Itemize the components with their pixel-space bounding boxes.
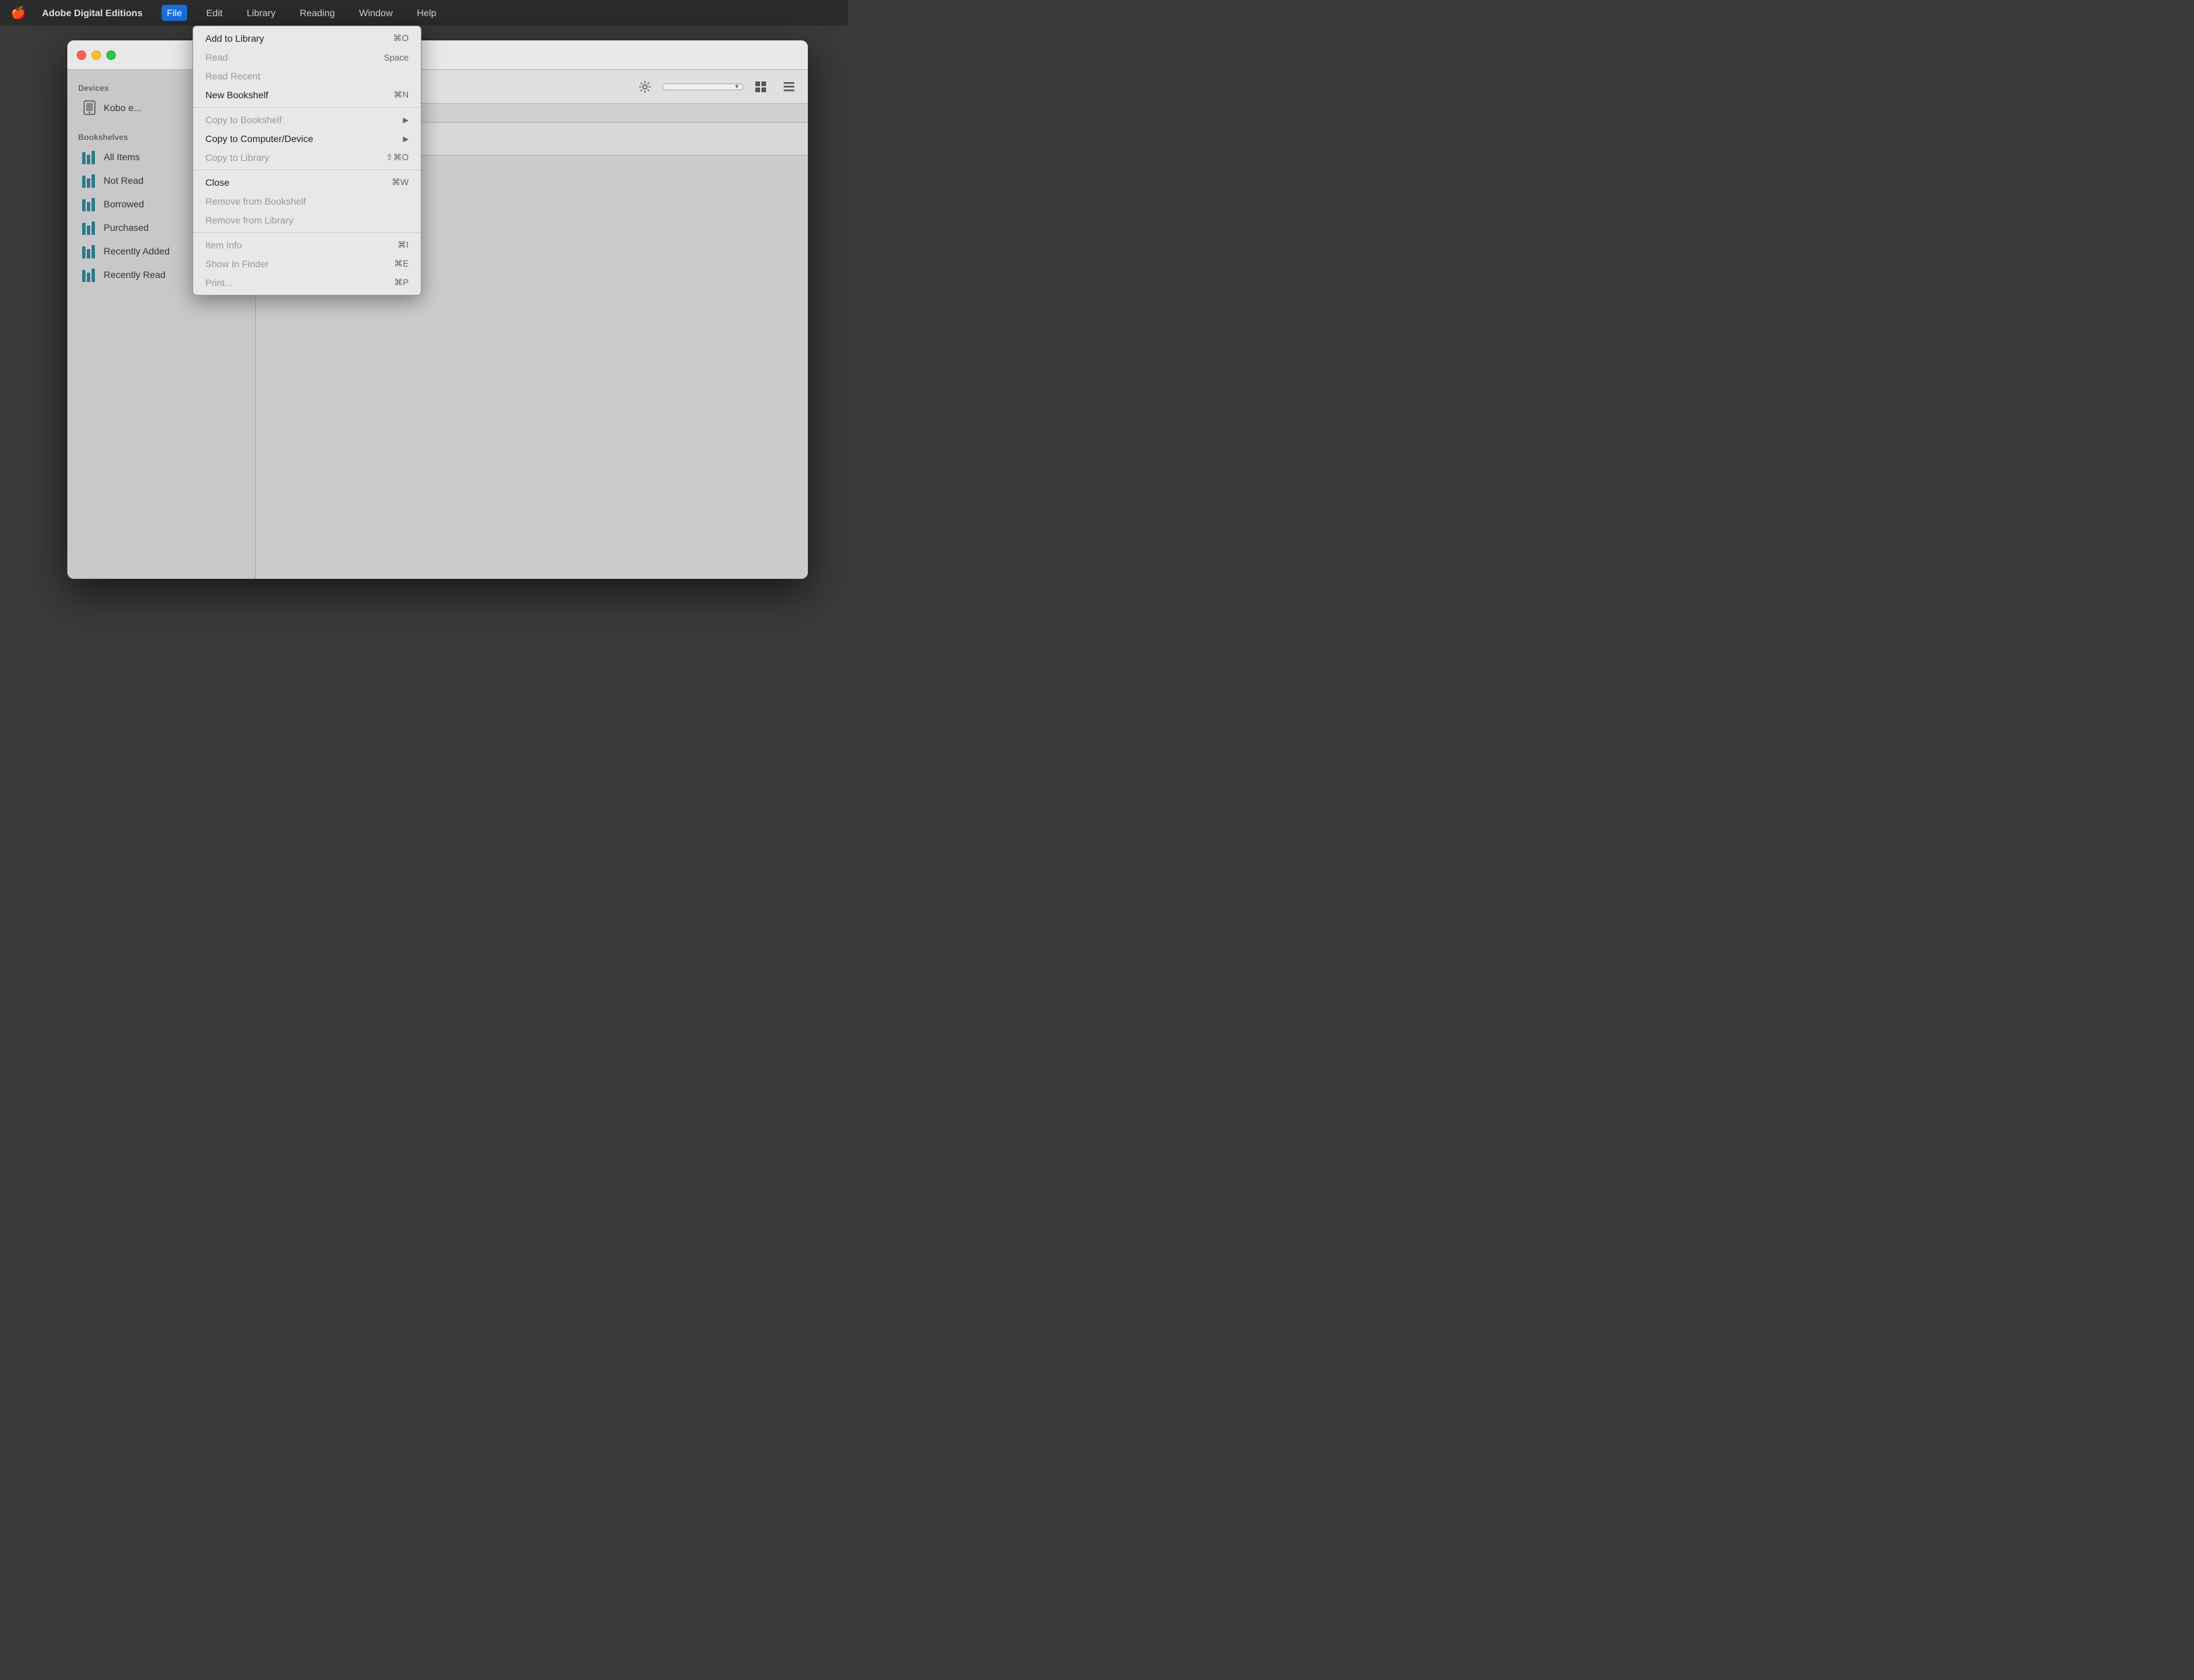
menubar: 🍎 Adobe Digital Editions File Edit Libra… xyxy=(0,0,848,26)
menu-library[interactable]: Library xyxy=(241,5,281,21)
menu-read-recent[interactable]: Read Recent xyxy=(193,67,421,85)
menu-section-4: Item Info ⌘I Show In Finder ⌘E Print... … xyxy=(193,233,421,295)
menu-remove-from-bookshelf[interactable]: Remove from Bookshelf xyxy=(193,192,421,211)
maximize-button[interactable] xyxy=(106,50,116,60)
sidebar-item-recently-added-label: Recently Added xyxy=(104,246,170,256)
window-titlebar xyxy=(67,40,808,70)
copy-to-library-label: Copy to Library xyxy=(205,152,269,163)
book-stack-icon-all xyxy=(82,149,97,164)
read-recent-label: Read Recent xyxy=(205,71,261,81)
read-label: Read xyxy=(205,52,228,63)
remove-from-library-label: Remove from Library xyxy=(205,215,294,225)
add-to-library-label: Add to Library xyxy=(205,33,264,44)
sidebar-item-not-read-label: Not Read xyxy=(104,175,143,186)
close-shortcut: ⌘W xyxy=(392,177,409,188)
book-stack-icon-recently-added xyxy=(82,244,97,258)
menu-new-bookshelf[interactable]: New Bookshelf ⌘N xyxy=(193,85,421,104)
copy-to-computer-arrow: ▶ xyxy=(403,135,409,143)
book-stack-icon-purchased xyxy=(82,220,97,235)
copy-to-library-shortcut: ⇧⌘O xyxy=(386,152,409,163)
print-shortcut: ⌘P xyxy=(394,277,409,288)
menu-reading[interactable]: Reading xyxy=(294,5,340,21)
list-view-button[interactable] xyxy=(778,76,800,98)
device-icon xyxy=(82,100,97,115)
book-stack-icon-borrowed xyxy=(82,197,97,211)
menu-copy-to-computer[interactable]: Copy to Computer/Device ▶ xyxy=(193,129,421,148)
window-body: Devices Kobo e... Bookshelves xyxy=(67,70,808,579)
grid-view-button[interactable] xyxy=(750,76,772,98)
sidebar-item-kobo-label: Kobo e... xyxy=(104,102,141,113)
new-bookshelf-label: New Bookshelf xyxy=(205,90,268,100)
menu-copy-to-bookshelf[interactable]: Copy to Bookshelf ▶ xyxy=(193,110,421,129)
show-in-finder-shortcut: ⌘E xyxy=(394,258,409,269)
show-in-finder-label: Show In Finder xyxy=(205,258,269,269)
app-window: Devices Kobo e... Bookshelves xyxy=(67,40,808,579)
menu-copy-to-library[interactable]: Copy to Library ⇧⌘O xyxy=(193,148,421,167)
menu-print[interactable]: Print... ⌘P xyxy=(193,273,421,292)
copy-to-bookshelf-label: Copy to Bookshelf xyxy=(205,114,282,125)
settings-gear-button[interactable] xyxy=(634,76,656,98)
close-label: Close xyxy=(205,177,230,188)
menu-section-2: Copy to Bookshelf ▶ Copy to Computer/Dev… xyxy=(193,108,421,170)
book-stack-icon-recently-read xyxy=(82,267,97,282)
menu-file[interactable]: File xyxy=(162,5,188,21)
minimize-button[interactable] xyxy=(92,50,101,60)
read-shortcut: Space xyxy=(384,53,409,63)
book-stack-icon-notread xyxy=(82,173,97,188)
menu-add-to-library[interactable]: Add to Library ⌘O xyxy=(193,29,421,48)
menu-read[interactable]: Read Space xyxy=(193,48,421,67)
apple-menu[interactable]: 🍎 xyxy=(11,6,26,20)
traffic-lights xyxy=(77,50,116,60)
file-dropdown-menu[interactable]: Add to Library ⌘O Read Space Read Recent… xyxy=(193,26,421,295)
menu-close[interactable]: Close ⌘W xyxy=(193,173,421,192)
menu-window[interactable]: Window xyxy=(353,5,398,21)
sort-dropdown[interactable]: ▾ xyxy=(662,83,743,90)
menu-edit[interactable]: Edit xyxy=(201,5,228,21)
close-button[interactable] xyxy=(77,50,86,60)
copy-to-computer-label: Copy to Computer/Device xyxy=(205,133,313,144)
sidebar-item-borrowed-label: Borrowed xyxy=(104,199,144,209)
item-info-label: Item Info xyxy=(205,240,242,250)
sidebar-item-all-items-label: All Items xyxy=(104,151,140,162)
item-info-shortcut: ⌘I xyxy=(397,240,409,250)
print-label: Print... xyxy=(205,277,232,288)
menu-help[interactable]: Help xyxy=(411,5,442,21)
add-to-library-shortcut: ⌘O xyxy=(393,33,409,44)
menu-item-info[interactable]: Item Info ⌘I xyxy=(193,236,421,254)
menu-remove-from-library[interactable]: Remove from Library xyxy=(193,211,421,230)
dropdown-chevron-icon: ▾ xyxy=(735,83,739,90)
sidebar-item-recently-read-label: Recently Read xyxy=(104,269,166,280)
sidebar-item-purchased-label: Purchased xyxy=(104,222,149,233)
menu-section-3: Close ⌘W Remove from Bookshelf Remove fr… xyxy=(193,170,421,233)
menu-show-in-finder[interactable]: Show In Finder ⌘E xyxy=(193,254,421,273)
menu-section-1: Add to Library ⌘O Read Space Read Recent… xyxy=(193,26,421,108)
remove-from-bookshelf-label: Remove from Bookshelf xyxy=(205,196,306,207)
new-bookshelf-shortcut: ⌘N xyxy=(394,90,409,100)
copy-to-bookshelf-arrow: ▶ xyxy=(403,116,409,125)
app-name: Adobe Digital Editions xyxy=(42,7,142,18)
